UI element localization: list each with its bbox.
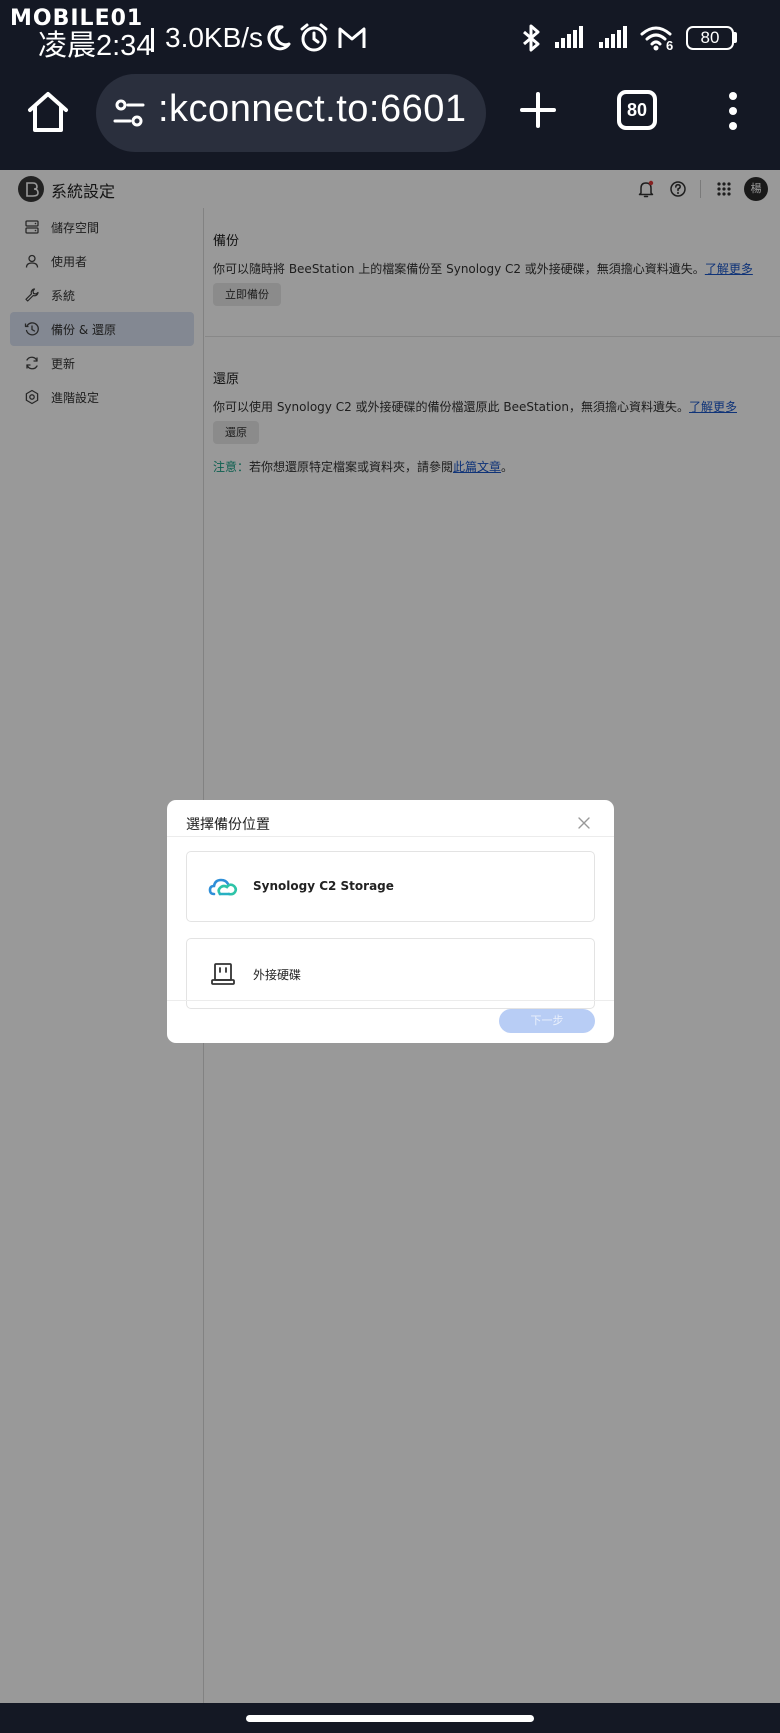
more-menu-icon[interactable] [718, 86, 748, 136]
browser-toolbar: :kconnect.to:6601 80 [0, 70, 780, 170]
site-settings-icon[interactable] [112, 96, 146, 130]
status-time: 凌晨2:34 [38, 30, 153, 62]
home-icon[interactable] [22, 86, 74, 138]
battery-terminal [733, 32, 737, 43]
status-separator [151, 28, 154, 52]
close-icon[interactable] [576, 815, 592, 831]
menu-dot [729, 122, 737, 130]
battery-icon: 80 [686, 26, 734, 50]
dialog-title: 選擇備份位置 [186, 817, 270, 833]
status-bar: MOBILE01 凌晨2:34 3.0KB/s 6 80 [0, 0, 780, 70]
network-speed: 3.0KB/s [165, 22, 264, 53]
new-tab-icon[interactable] [516, 88, 560, 132]
option-external-drive[interactable]: 外接硬碟 [186, 938, 595, 1009]
next-button[interactable]: 下一步 [499, 1009, 595, 1033]
external-drive-icon [211, 963, 235, 985]
home-gesture-handle[interactable] [246, 1715, 534, 1722]
menu-dot [729, 92, 737, 100]
signal-icon [599, 26, 627, 48]
bluetooth-icon [523, 24, 540, 52]
url-text[interactable]: :kconnect.to:6601 [158, 88, 467, 131]
navigation-gesture-bar [0, 1703, 780, 1733]
gmail-icon [338, 27, 366, 48]
alarm-icon [300, 23, 328, 52]
option-label: 外接硬碟 [253, 968, 302, 982]
battery-level: 80 [700, 28, 720, 47]
menu-dot [729, 107, 737, 115]
option-label: Synology C2 Storage [253, 879, 394, 893]
option-synology-c2[interactable]: Synology C2 Storage [186, 851, 595, 922]
dialog-divider [167, 836, 614, 837]
signal-icon [555, 26, 583, 48]
web-page: 系統設定 楊 儲存空間 使用者 系統 備份 & 還原 更新 進階設定 備份 你可… [0, 170, 780, 1703]
tabs-button[interactable]: 80 [617, 90, 657, 130]
moon-icon [267, 25, 291, 51]
select-backup-location-dialog: 選擇備份位置 Synology C2 Storage 外接硬碟 下一步 [167, 800, 614, 1043]
tab-count: 80 [626, 100, 648, 120]
wifi-band-label: 6 [666, 38, 674, 53]
c2-cloud-icon [208, 878, 238, 896]
dialog-footer-divider [167, 1000, 614, 1001]
address-bar[interactable]: :kconnect.to:6601 [96, 74, 486, 152]
